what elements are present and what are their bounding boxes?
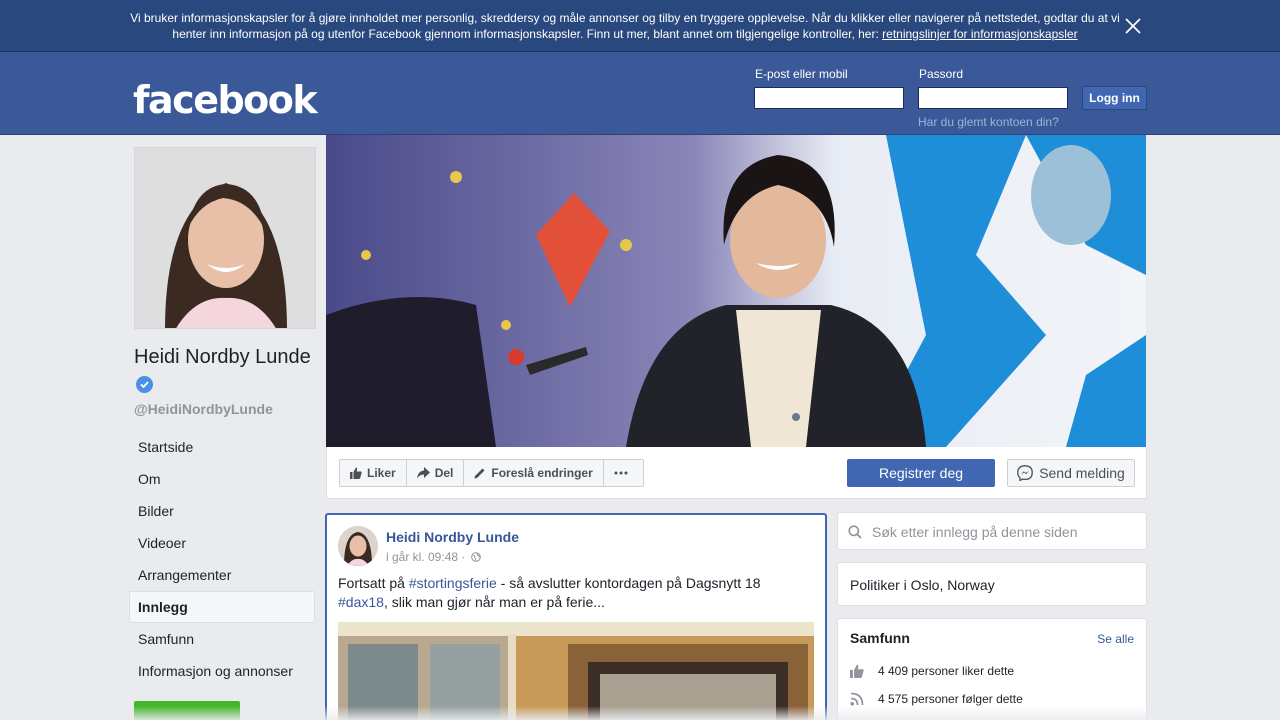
likes-count-text: 4 409 personer liker dette (878, 664, 1015, 678)
post-time-text: i går kl. 09:48 · (386, 550, 466, 564)
globe-icon (470, 552, 481, 562)
hashtag-stortingsferie[interactable]: #stortingsferie (409, 575, 497, 591)
password-field[interactable] (918, 87, 1068, 109)
page-post-search (837, 512, 1147, 550)
nav-item-arrangementer[interactable]: Arrangementer (129, 559, 315, 591)
post-text: Fortsatt på #stortingsferie - så avslutt… (338, 574, 816, 612)
nav-item-om[interactable]: Om (129, 463, 315, 495)
page-action-bar: Liker Del Foreslå endringer Registrer de… (326, 447, 1147, 499)
page-handle[interactable]: @HeidiNordbyLunde (134, 401, 273, 417)
top-header: facebook E-post eller mobil Passord Logg… (0, 52, 1280, 135)
cookie-banner: Vi bruker informasjonskapsler for å gjør… (0, 0, 1280, 52)
suggest-edits-label: Foreslå endringer (491, 466, 593, 480)
action-button-group: Liker Del Foreslå endringer (339, 459, 644, 487)
share-label: Del (434, 466, 454, 480)
page-title: Heidi Nordby Lunde (134, 343, 314, 399)
share-button[interactable]: Del (407, 460, 465, 486)
cookie-policy-link[interactable]: retningslinjer for informasjonskapsler (882, 27, 1077, 41)
post-card: Heidi Nordby Lunde i går kl. 09:48 · For… (325, 513, 827, 720)
cookie-text: Vi bruker informasjonskapsler for å gjør… (130, 10, 1120, 42)
like-button[interactable]: Liker (340, 460, 407, 486)
forgot-account-link[interactable]: Har du glemt kontoen din? (918, 115, 1059, 129)
nav-item-samfunn[interactable]: Samfunn (129, 623, 315, 655)
page-nav: Startside Om Bilder Videoer Arrangemente… (129, 431, 315, 687)
post-timestamp[interactable]: i går kl. 09:48 · (386, 550, 481, 564)
send-message-button[interactable]: Send melding (1007, 459, 1135, 487)
page-category[interactable]: Politiker i Oslo, Norway (850, 577, 995, 593)
share-arrow-icon (416, 467, 430, 479)
hashtag-dax18[interactable]: #dax18 (338, 594, 384, 610)
search-icon (848, 525, 862, 539)
page-category-card: Politiker i Oslo, Norway (837, 562, 1147, 606)
post-author-avatar[interactable] (338, 526, 378, 566)
suggest-edits-button[interactable]: Foreslå endringer (464, 460, 604, 486)
likes-stat: 4 409 personer liker dette (850, 664, 1014, 678)
nav-item-innlegg[interactable]: Innlegg (129, 591, 315, 623)
nav-item-bilder[interactable]: Bilder (129, 495, 315, 527)
follows-count-text: 4 575 personer følger dette (878, 692, 1023, 706)
facebook-logo[interactable]: facebook (133, 78, 318, 122)
pencil-icon (474, 468, 485, 479)
cover-photo[interactable] (326, 135, 1146, 447)
post-text-prefix: Fortsatt på (338, 575, 409, 591)
post-text-suffix: , slik man gjør når man er på ferie... (383, 594, 605, 610)
community-card: Samfunn Se alle 4 409 personer liker det… (837, 618, 1147, 720)
post-author-name[interactable]: Heidi Nordby Lunde (386, 529, 519, 545)
community-title: Samfunn (850, 630, 910, 646)
close-icon[interactable] (1122, 15, 1144, 37)
nav-item-videoer[interactable]: Videoer (129, 527, 315, 559)
thumbs-up-icon (850, 664, 864, 678)
follows-stat: 4 575 personer følger dette (850, 692, 1023, 706)
more-options-button[interactable] (604, 460, 643, 486)
bottom-fade (0, 706, 1280, 720)
password-label: Passord (919, 67, 964, 81)
send-message-label: Send melding (1039, 465, 1125, 481)
email-field[interactable] (754, 87, 904, 109)
rss-follow-icon (850, 692, 864, 706)
verified-badge-icon (136, 376, 153, 393)
like-label: Liker (367, 466, 396, 480)
login-button[interactable]: Logg inn (1082, 86, 1147, 110)
more-dots-icon (614, 471, 628, 475)
email-label: E-post eller mobil (755, 67, 848, 81)
post-text-middle: - så avslutter kontordagen på Dagsnytt 1… (496, 575, 761, 591)
profile-picture[interactable] (134, 147, 316, 329)
thumbs-up-icon (350, 467, 362, 479)
register-button[interactable]: Registrer deg (847, 459, 995, 487)
nav-item-startside[interactable]: Startside (129, 431, 315, 463)
messenger-icon (1017, 465, 1034, 481)
search-input[interactable] (872, 522, 1132, 542)
nav-item-informasjon[interactable]: Informasjon og annonser (129, 655, 315, 687)
page-name: Heidi Nordby Lunde (134, 346, 311, 368)
see-all-link[interactable]: Se alle (1097, 632, 1134, 646)
